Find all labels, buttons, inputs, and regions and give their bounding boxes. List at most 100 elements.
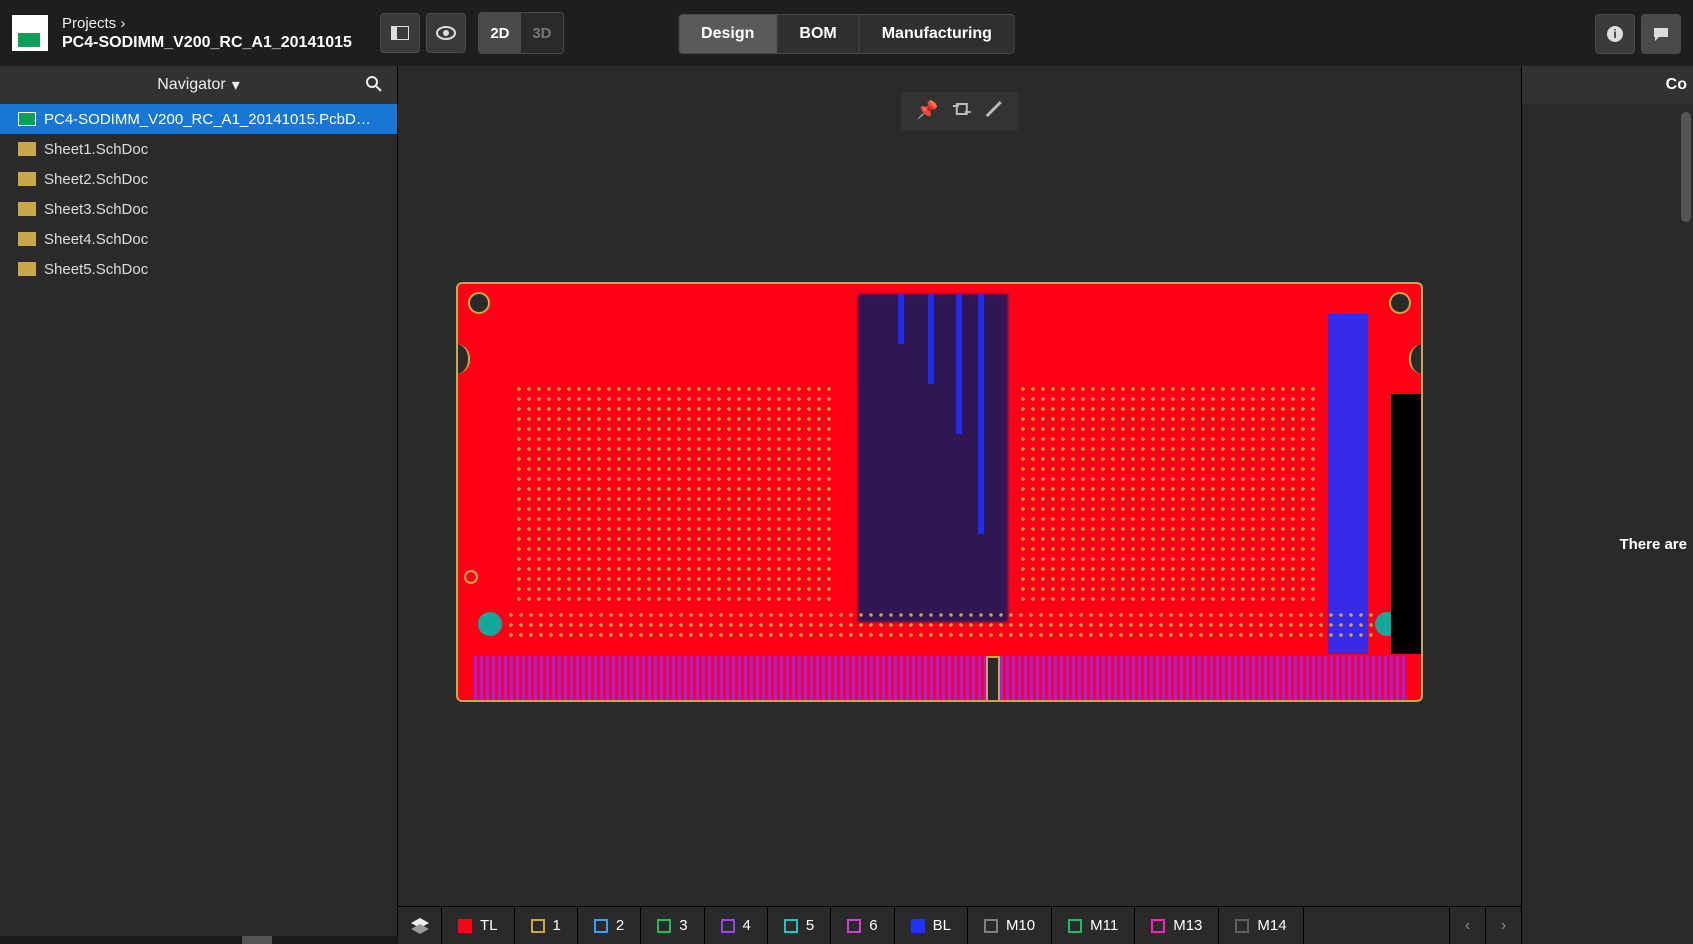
layer-label: M10 <box>1006 917 1035 934</box>
layer-item[interactable]: 4 <box>705 907 768 944</box>
main-tabs: Design BOM Manufacturing <box>678 14 1015 54</box>
via-field <box>1018 384 1318 604</box>
schematic-file-icon <box>18 172 36 186</box>
scrollbar-thumb[interactable] <box>1681 112 1691 222</box>
tab-bom[interactable]: BOM <box>777 15 859 53</box>
breadcrumb-current: PC4-SODIMM_V200_RC_A1_20141015 <box>62 34 352 52</box>
navigator-tree: PC4-SODIMM_V200_RC_A1_20141015.PcbD… Shee… <box>0 104 397 284</box>
right-panel-header: Co <box>1522 66 1693 104</box>
layer-item[interactable]: 1 <box>515 907 578 944</box>
layer-swatch <box>784 919 798 933</box>
view-mode-toggle: 2D 3D <box>478 12 564 54</box>
layer-swatch <box>721 919 735 933</box>
layer-prev-button[interactable]: ‹ <box>1449 907 1485 944</box>
top-bar: Projects › PC4-SODIMM_V200_RC_A1_2014101… <box>0 0 1693 66</box>
layer-nav-arrows: ‹ › <box>1449 907 1521 944</box>
navigator-header[interactable]: Navigator ▾ <box>0 66 397 104</box>
svg-text:i: i <box>1613 27 1616 41</box>
mount-hole <box>478 612 502 636</box>
tree-item[interactable]: PC4-SODIMM_V200_RC_A1_20141015.PcbD… <box>0 104 397 134</box>
crop-icon[interactable] <box>953 100 971 123</box>
layer-swatch <box>1151 919 1165 933</box>
view-2d-button[interactable]: 2D <box>479 13 521 53</box>
schematic-file-icon <box>18 262 36 276</box>
edge-fingers-left <box>474 656 986 700</box>
layer-item[interactable]: M11 <box>1052 907 1135 944</box>
tree-item[interactable]: Sheet1.SchDoc <box>0 134 397 164</box>
board-notch-left <box>456 344 470 374</box>
right-tools: i <box>1595 14 1681 54</box>
tree-item[interactable]: Sheet4.SchDoc <box>0 224 397 254</box>
layer-label: M13 <box>1173 917 1202 934</box>
tab-manufacturing[interactable]: Manufacturing <box>860 15 1014 53</box>
comments-button[interactable] <box>1641 14 1681 54</box>
tree-item[interactable]: Sheet2.SchDoc <box>0 164 397 194</box>
visibility-button[interactable] <box>426 13 466 53</box>
key-slot <box>986 656 1000 702</box>
board-notch-right <box>1409 344 1423 374</box>
breadcrumb-parent[interactable]: Projects › <box>62 15 352 32</box>
tree-item-label: PC4-SODIMM_V200_RC_A1_20141015.PcbD… <box>44 111 371 128</box>
tree-item-label: Sheet4.SchDoc <box>44 231 148 248</box>
layer-item[interactable]: 5 <box>768 907 831 944</box>
schematic-file-icon <box>18 202 36 216</box>
measure-icon[interactable] <box>985 100 1003 123</box>
board-hole <box>468 292 490 314</box>
pcb-file-icon <box>18 112 36 126</box>
layer-item[interactable]: 3 <box>641 907 704 944</box>
blue-trace <box>928 294 934 384</box>
info-button[interactable]: i <box>1595 14 1635 54</box>
panel-toggle-button[interactable] <box>380 13 420 53</box>
tab-design[interactable]: Design <box>679 15 777 53</box>
breadcrumb: Projects › PC4-SODIMM_V200_RC_A1_2014101… <box>62 15 352 52</box>
layer-swatch <box>594 919 608 933</box>
search-icon[interactable] <box>365 75 383 98</box>
layer-item[interactable]: 6 <box>831 907 894 944</box>
board-hole <box>464 570 478 584</box>
tree-item[interactable]: Sheet3.SchDoc <box>0 194 397 224</box>
view-tools: 2D 3D <box>380 12 564 54</box>
pcb-canvas[interactable]: 📌 <box>398 66 1521 944</box>
blue-block <box>1328 314 1368 654</box>
layer-label: 3 <box>679 917 687 934</box>
navigator-title: Navigator <box>157 76 225 94</box>
layer-swatch <box>531 919 545 933</box>
layer-item[interactable]: BL <box>895 907 968 944</box>
layer-item[interactable]: M10 <box>968 907 1052 944</box>
chevron-down-icon: ▾ <box>232 75 240 95</box>
right-panel-message: There are <box>1619 536 1687 553</box>
layer-swatch <box>1068 919 1082 933</box>
blue-trace <box>956 294 962 434</box>
sidebar-scrollbar[interactable] <box>0 936 398 944</box>
layer-item[interactable]: TL <box>442 907 515 944</box>
layer-label: M14 <box>1257 917 1286 934</box>
right-panel: Co There are <box>1521 66 1693 944</box>
layer-swatch <box>984 919 998 933</box>
canvas-float-tools: 📌 <box>900 92 1018 131</box>
board-hole <box>1389 292 1411 314</box>
via-field <box>514 384 834 604</box>
tree-item-label: Sheet3.SchDoc <box>44 201 148 218</box>
layer-swatch <box>847 919 861 933</box>
layer-item[interactable]: M13 <box>1135 907 1219 944</box>
main-area: Navigator ▾ PC4-SODIMM_V200_RC_A1_201410… <box>0 66 1693 944</box>
tree-item-label: Sheet2.SchDoc <box>44 171 148 188</box>
layers-icon[interactable] <box>398 907 442 944</box>
via-row <box>506 610 1376 638</box>
layer-next-button[interactable]: › <box>1485 907 1521 944</box>
layer-bar: TL123456BLM10M11M13M14 ‹ › <box>398 906 1521 944</box>
layer-swatch <box>657 919 671 933</box>
pin-icon[interactable]: 📌 <box>916 100 938 123</box>
tree-item[interactable]: Sheet5.SchDoc <box>0 254 397 284</box>
layer-label: TL <box>480 917 498 934</box>
layer-item[interactable]: M14 <box>1219 907 1303 944</box>
layer-item[interactable]: 2 <box>578 907 641 944</box>
edge-fingers-right <box>1000 656 1408 700</box>
layer-label: 5 <box>806 917 814 934</box>
board-edge-black <box>1391 394 1421 654</box>
layer-label: BL <box>933 917 951 934</box>
layer-swatch <box>911 919 925 933</box>
sidebar-scrollbar-thumb[interactable] <box>242 936 272 944</box>
layer-items: TL123456BLM10M11M13M14 <box>442 907 1304 944</box>
view-3d-button[interactable]: 3D <box>521 13 563 53</box>
